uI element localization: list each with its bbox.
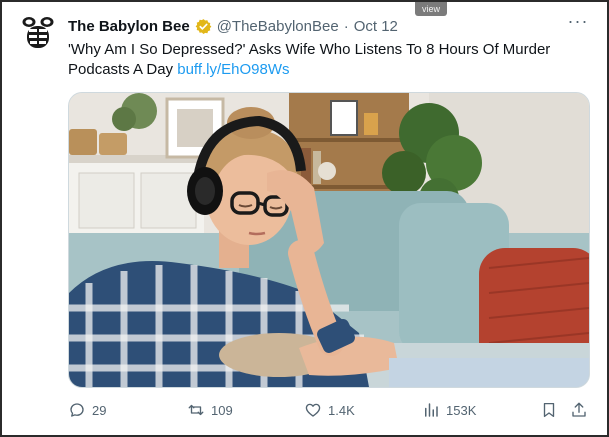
views-count: 153K <box>446 402 477 418</box>
retweet-button[interactable]: 109 <box>187 398 233 422</box>
more-options-icon[interactable]: ··· <box>567 12 589 34</box>
bookmark-button[interactable] <box>540 398 558 422</box>
retweet-icon <box>188 404 204 416</box>
bee-logo-icon <box>22 17 54 48</box>
separator-dot: · <box>343 17 349 35</box>
tweet-body: 'Why Am I So Depressed?' Asks Wife Who L… <box>68 41 551 78</box>
reply-icon <box>70 403 84 417</box>
share-icon <box>572 402 586 417</box>
author-name[interactable]: The Babylon Bee <box>68 18 190 35</box>
retweet-count: 109 <box>211 402 233 418</box>
reply-button[interactable]: 29 <box>68 398 106 422</box>
view-watermark: view <box>415 2 447 16</box>
tweet-media-photo[interactable] <box>68 92 590 388</box>
like-button[interactable]: 1.4K <box>304 398 355 422</box>
avatar[interactable] <box>20 14 56 50</box>
author-handle[interactable]: @TheBabylonBee <box>217 18 339 35</box>
heart-icon <box>305 403 321 417</box>
tweet-header: The Babylon Bee @TheBabylonBee · Oct 12 <box>68 16 398 36</box>
tweet-actions: 29 109 1.4K 153K <box>68 398 590 422</box>
views-button[interactable]: 153K <box>422 398 476 422</box>
tweet-date[interactable]: Oct 12 <box>354 18 398 35</box>
tweet-card: view The Babylon Bee @TheBabylonBee · Oc… <box>2 2 607 435</box>
like-count: 1.4K <box>328 402 355 418</box>
tweet-text: 'Why Am I So Depressed?' Asks Wife Who L… <box>68 40 588 80</box>
tweet-link[interactable]: buff.ly/EhO98Ws <box>177 61 289 78</box>
verified-badge-icon[interactable] <box>195 18 212 35</box>
reply-count: 29 <box>92 402 107 418</box>
bookmark-icon <box>543 402 555 418</box>
views-bar-chart-icon <box>425 403 438 417</box>
share-button[interactable] <box>570 398 588 422</box>
